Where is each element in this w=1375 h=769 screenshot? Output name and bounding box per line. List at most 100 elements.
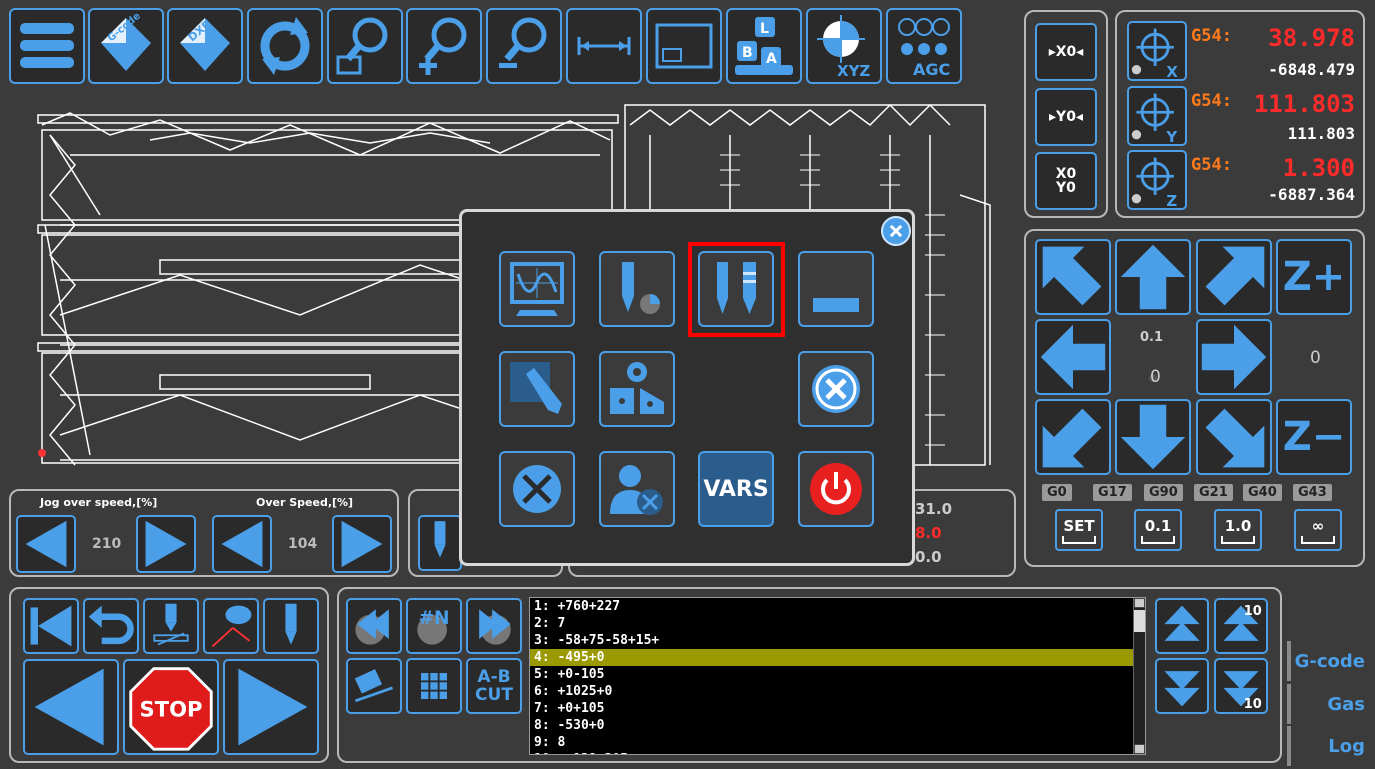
gcode-line[interactable]: 8: -530+0 — [530, 717, 1145, 734]
crosshair-icon: X — [1131, 28, 1178, 79]
pierce-button[interactable] — [143, 598, 199, 654]
scrollbar[interactable] — [1133, 598, 1145, 754]
jog-z-minus-button[interactable]: Z− — [1276, 399, 1352, 475]
y-machine-coordinate: 111.803 — [1287, 124, 1355, 143]
gcode-line[interactable]: 5: +0-105 — [530, 666, 1145, 683]
xyz-button[interactable]: XYZ — [806, 8, 882, 84]
over-speed-increase-button[interactable] — [332, 515, 392, 573]
jog-up-right-button[interactable] — [1196, 239, 1272, 315]
scroll-down-arrow[interactable] — [1134, 744, 1145, 754]
gcode-line[interactable]: 3: -58+75-58+15+ — [530, 632, 1145, 649]
goto-line-button[interactable]: #N — [406, 598, 462, 654]
gcode-line[interactable]: 7: +0+105 — [530, 700, 1145, 717]
jog-up-left-button[interactable] — [1035, 239, 1111, 315]
torch-down-button[interactable] — [263, 598, 319, 654]
jog-speed-decrease-button[interactable] — [16, 515, 76, 573]
parts-library-button[interactable] — [599, 351, 675, 427]
plate-icon — [813, 298, 859, 312]
axis-z-target-button[interactable]: Z — [1127, 150, 1187, 210]
page-down-button[interactable]: 10 — [1214, 658, 1268, 714]
gcode-file-icon: G-code — [101, 13, 151, 71]
menu-button[interactable] — [9, 8, 85, 84]
svg-text:#N: #N — [418, 608, 449, 629]
agc-button[interactable]: AGC — [886, 8, 962, 84]
run-forward-button[interactable] — [223, 659, 319, 755]
rewind-button[interactable] — [23, 598, 79, 654]
double-arrow-up-icon — [1164, 605, 1200, 641]
crosshair-icon: Y — [1131, 93, 1177, 144]
scroll-up-arrow[interactable] — [1134, 598, 1145, 608]
jog-down-right-button[interactable] — [1196, 399, 1272, 475]
zoom-fit-button[interactable] — [327, 8, 403, 84]
run-backward-button[interactable] — [23, 659, 119, 755]
jog-down-button[interactable] — [1115, 399, 1191, 475]
line-down-button[interactable] — [1155, 658, 1209, 714]
cancel-button[interactable] — [798, 351, 874, 427]
zero-xy-button[interactable]: X0 Y0 — [1035, 152, 1097, 210]
grid-button[interactable] — [406, 658, 462, 714]
close-icon — [889, 224, 903, 238]
monitor-graph-icon — [510, 262, 564, 316]
measure-button[interactable] — [566, 8, 642, 84]
gcode-line[interactable]: 10: +129+305 — [530, 751, 1145, 754]
edit-button[interactable] — [499, 351, 575, 427]
oscilloscope-button[interactable] — [499, 251, 575, 327]
torch-pie-icon — [622, 262, 660, 314]
back-step-button[interactable] — [83, 598, 139, 654]
zero-y-button[interactable]: ▸Y0◂ — [1035, 88, 1097, 146]
axis-x-target-button[interactable]: X — [1127, 21, 1187, 81]
over-speed-value: 104 — [288, 536, 318, 552]
torch-button[interactable] — [418, 515, 462, 571]
gcode-line[interactable]: 4: -495+0 — [530, 649, 1133, 666]
keyboard-button[interactable]: LBA — [726, 8, 802, 84]
settings-tools-button[interactable] — [499, 451, 575, 527]
over-speed-decrease-button[interactable] — [212, 515, 272, 573]
zoom-in-button[interactable] — [406, 8, 482, 84]
tab-gcode[interactable]: G-code — [1287, 641, 1369, 681]
jog-speed-increase-button[interactable] — [136, 515, 196, 573]
x-work-coordinate: 38.978 — [1268, 24, 1355, 52]
step-infinite-button[interactable]: ∞ — [1294, 509, 1342, 551]
popup-close-button[interactable] — [881, 216, 911, 246]
triangle-left-icon — [25, 520, 67, 568]
step-0.1-button[interactable]: 0.1 — [1134, 509, 1182, 551]
jog-right-button[interactable] — [1196, 319, 1272, 395]
gcode-line[interactable]: 2: 7 — [530, 615, 1145, 632]
gcode-line[interactable]: 1: +760+227 — [530, 598, 1145, 615]
tab-gas[interactable]: Gas — [1287, 684, 1369, 724]
axis-y-target-button[interactable]: Y — [1127, 86, 1187, 146]
power-button[interactable] — [798, 451, 874, 527]
z-work-coordinate: 1.300 — [1282, 154, 1355, 182]
zero-x-button[interactable]: ▸X0◂ — [1035, 23, 1097, 81]
step-set-button[interactable]: SET — [1055, 509, 1103, 551]
jog-left-button[interactable] — [1035, 319, 1111, 395]
fast-back-button[interactable] — [346, 598, 402, 654]
stop-button[interactable]: STOP — [123, 659, 219, 755]
open-dxf-button[interactable]: DXF — [167, 8, 243, 84]
zoom-out-button[interactable] — [486, 8, 562, 84]
user-settings-button[interactable] — [599, 451, 675, 527]
jog-z-plus-button[interactable]: Z+ — [1276, 239, 1352, 315]
open-gcode-button[interactable]: G-code — [88, 8, 164, 84]
ab-cut-button[interactable]: A-B CUT — [466, 658, 522, 714]
rotate-part-button[interactable] — [346, 658, 402, 714]
fast-forward-button[interactable] — [466, 598, 522, 654]
reload-button[interactable] — [247, 8, 323, 84]
jog-up-button[interactable] — [1115, 239, 1191, 315]
scroll-thumb[interactable] — [1134, 610, 1145, 632]
vars-button[interactable]: VARS — [698, 451, 774, 527]
line-up-button[interactable] — [1155, 598, 1209, 654]
gcode-lines: 1: +760+227 2: 7 3: -58+75-58+15+ 4: -495+0… — [530, 598, 1145, 754]
plate-button[interactable] — [798, 251, 874, 327]
tab-log[interactable]: Log — [1287, 726, 1369, 766]
shapes-icon — [610, 362, 664, 414]
step-1.0-button[interactable]: 1.0 — [1214, 509, 1262, 551]
move-to-point-button[interactable] — [203, 598, 259, 654]
page-up-button[interactable]: 10 — [1214, 598, 1268, 654]
torch-statistics-button[interactable] — [599, 251, 675, 327]
gcode-line[interactable]: 6: +1025+0 — [530, 683, 1145, 700]
gcode-listing[interactable]: 1: +760+227 2: 7 3: -58+75-58+15+ 4: -495+0… — [529, 597, 1146, 755]
jog-down-left-button[interactable] — [1035, 399, 1111, 475]
frame-button[interactable] — [646, 8, 722, 84]
gcode-line[interactable]: 9: 8 — [530, 734, 1145, 751]
